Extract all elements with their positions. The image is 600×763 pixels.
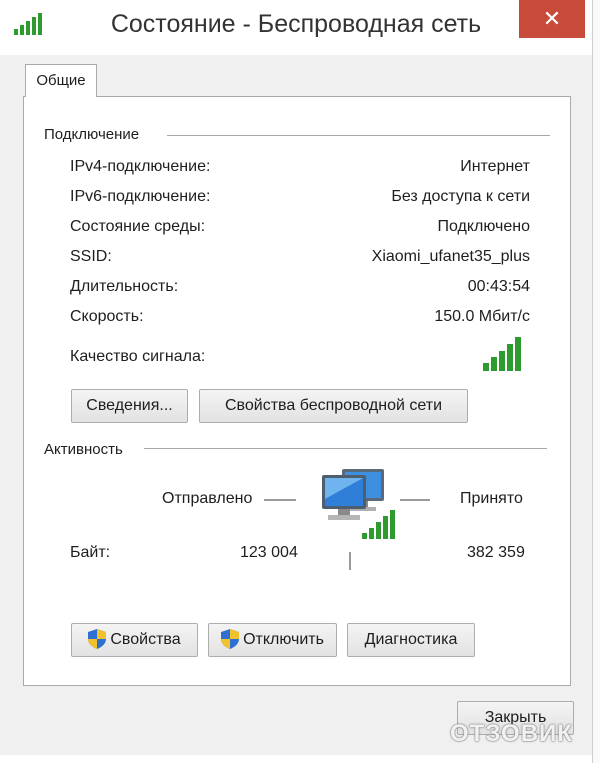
signal-strength-icon bbox=[483, 337, 521, 371]
wireless-properties-button[interactable]: Свойства беспроводной сети bbox=[199, 389, 468, 423]
properties-button[interactable]: Свойства bbox=[71, 623, 198, 657]
ipv4-label: IPv4-подключение: bbox=[70, 158, 211, 175]
uac-shield-icon bbox=[88, 629, 107, 649]
ssid-label: SSID: bbox=[70, 248, 112, 265]
tab-general[interactable]: Общие bbox=[25, 64, 97, 97]
details-button[interactable]: Сведения... bbox=[71, 389, 188, 423]
connection-group-divider bbox=[167, 135, 550, 136]
speed-label: Скорость: bbox=[70, 308, 144, 325]
tab-panel-general: Подключение IPv4-подключение: Интернет I… bbox=[23, 96, 571, 686]
activity-divider bbox=[349, 552, 351, 570]
disable-button-label: Отключить bbox=[243, 631, 324, 648]
bytes-sent-value: 123 004 bbox=[240, 544, 298, 561]
media-state-label: Состояние среды: bbox=[70, 218, 206, 235]
duration-value: 00:43:54 bbox=[467, 278, 530, 295]
close-window-button[interactable]: ✕ bbox=[519, 0, 585, 38]
title-bar: Состояние - Беспроводная сеть ✕ bbox=[0, 0, 592, 55]
background-window-edge bbox=[592, 0, 600, 763]
connection-group-title: Подключение bbox=[44, 126, 146, 143]
duration-label: Длительность: bbox=[70, 278, 179, 295]
window-title: Состояние - Беспроводная сеть bbox=[110, 10, 482, 38]
sent-line bbox=[264, 499, 296, 501]
ssid-value: Xiaomi_ufanet35_plus bbox=[371, 248, 530, 265]
bytes-received-value: 382 359 bbox=[467, 544, 525, 561]
received-label: Принято bbox=[460, 490, 523, 507]
ipv6-value: Без доступа к сети bbox=[391, 188, 530, 205]
sent-label: Отправлено bbox=[162, 490, 253, 507]
activity-group-divider bbox=[144, 448, 547, 449]
diagnostics-button[interactable]: Диагностика bbox=[347, 623, 475, 657]
status-window: Состояние - Беспроводная сеть ✕ Общие По… bbox=[0, 0, 592, 755]
disable-button[interactable]: Отключить bbox=[208, 623, 337, 657]
speed-value: 150.0 Мбит/с bbox=[434, 308, 530, 325]
bytes-label: Байт: bbox=[70, 544, 111, 561]
media-state-value: Подключено bbox=[437, 218, 530, 235]
received-line bbox=[400, 499, 430, 501]
activity-group-title: Активность bbox=[44, 441, 129, 458]
watermark: ОТЗОВИК bbox=[450, 720, 573, 747]
ipv6-label: IPv6-подключение: bbox=[70, 188, 211, 205]
properties-button-label: Свойства bbox=[110, 631, 181, 648]
ipv4-value: Интернет bbox=[460, 158, 530, 175]
uac-shield-icon bbox=[221, 629, 240, 649]
signal-quality-label: Качество сигнала: bbox=[70, 348, 206, 365]
close-icon: ✕ bbox=[542, 6, 562, 31]
network-computers-icon bbox=[322, 469, 395, 539]
